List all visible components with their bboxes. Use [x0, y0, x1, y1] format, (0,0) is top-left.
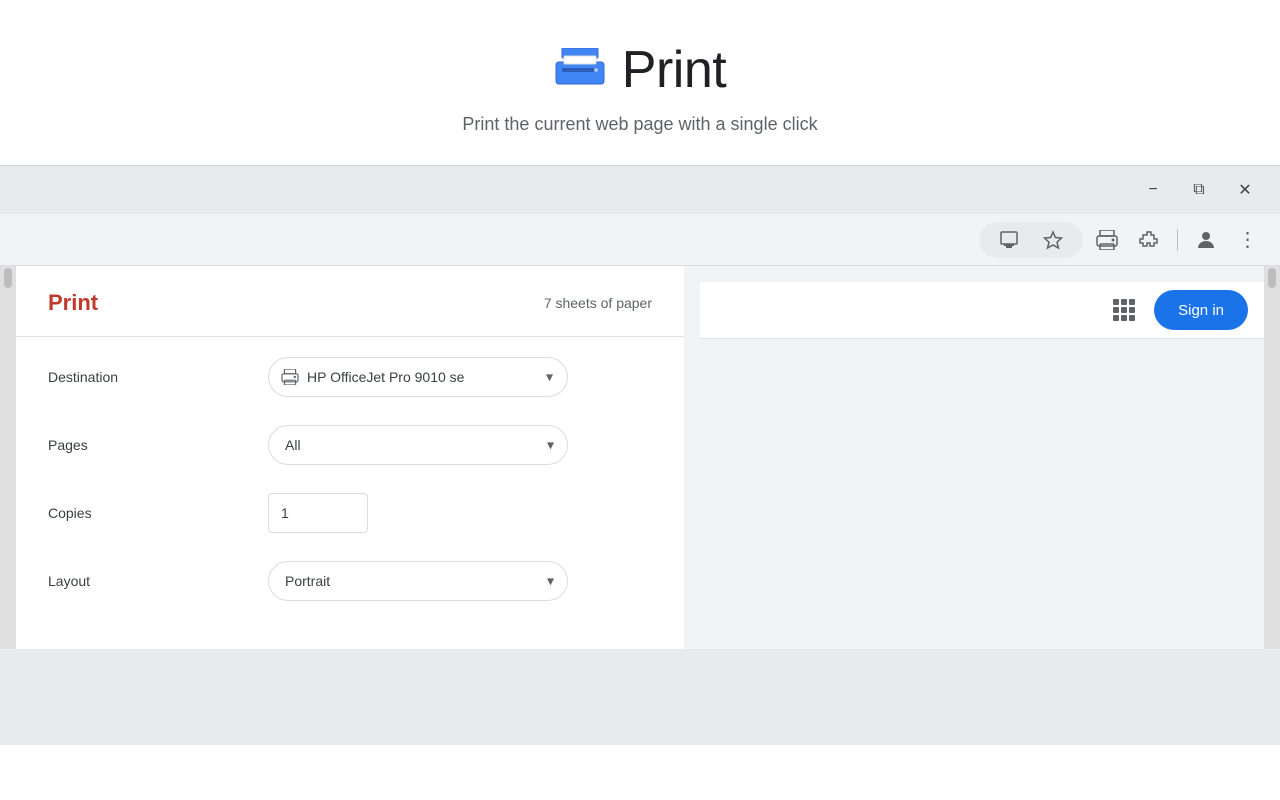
right-top-bar: Sign in	[700, 282, 1264, 339]
print-title-row: Print	[554, 40, 726, 100]
destination-select[interactable]: HP OfficeJet Pro 9010 se ▾	[268, 357, 568, 397]
layout-row: Layout Portrait Landscape ▾	[48, 561, 652, 601]
apps-grid-button[interactable]	[1106, 292, 1142, 328]
copies-row: Copies	[48, 493, 652, 533]
extensions-toolbar-button[interactable]	[1131, 222, 1167, 258]
print-form: Destination HP OfficeJet Pro 9010 se ▾	[16, 337, 684, 649]
page-subtitle: Print the current web page with a single…	[462, 114, 817, 135]
toolbar-divider	[1177, 229, 1178, 251]
right-scrollbar[interactable]	[1264, 266, 1280, 649]
print-toolbar-button[interactable]	[1089, 222, 1125, 258]
right-panel: Sign in	[684, 266, 1280, 649]
destination-label: Destination	[48, 369, 268, 385]
toolbar-row: ⋮	[0, 214, 1280, 266]
pages-row: Pages All Custom ▾	[48, 425, 652, 465]
top-section: Print Print the current web page with a …	[0, 0, 1280, 165]
print-icon	[554, 48, 606, 92]
toolbar-address-group	[979, 222, 1083, 258]
layout-label: Layout	[48, 573, 268, 589]
pages-select-wrapper: All Custom ▾	[268, 425, 568, 465]
star-toolbar-button[interactable]	[1035, 222, 1071, 258]
profile-button[interactable]	[1188, 222, 1224, 258]
profile-icon	[1194, 228, 1218, 252]
pages-select[interactable]: All Custom	[268, 425, 568, 465]
destination-printer-icon	[281, 369, 299, 385]
print-toolbar-icon	[1096, 230, 1118, 250]
sign-in-button[interactable]: Sign in	[1154, 290, 1248, 330]
destination-row: Destination HP OfficeJet Pro 9010 se ▾	[48, 357, 652, 397]
browser-chrome: − ⧉ ✕	[0, 165, 1280, 745]
sheets-info: 7 sheets of paper	[544, 295, 652, 311]
copies-label: Copies	[48, 505, 268, 521]
destination-control: HP OfficeJet Pro 9010 se ▾	[268, 357, 652, 397]
window-controls-bar: − ⧉ ✕	[0, 166, 1280, 214]
apps-grid-icon	[1113, 299, 1135, 321]
destination-value: HP OfficeJet Pro 9010 se	[307, 369, 531, 385]
extensions-icon	[1139, 230, 1159, 250]
copies-control	[268, 493, 652, 533]
right-scroll-thumb	[1268, 268, 1276, 288]
copies-input[interactable]	[268, 493, 368, 533]
layout-control: Portrait Landscape ▾	[268, 561, 652, 601]
screenshot-toolbar-button[interactable]	[991, 222, 1027, 258]
page-title: Print	[622, 40, 726, 100]
print-dialog: Print 7 sheets of paper Destination	[16, 266, 684, 649]
minimize-button[interactable]: −	[1130, 174, 1176, 206]
left-scroll-thumb	[4, 268, 12, 288]
screenshot-icon	[999, 230, 1019, 250]
layout-select-wrapper: Portrait Landscape ▾	[268, 561, 568, 601]
star-icon	[1043, 230, 1063, 250]
close-button[interactable]: ✕	[1222, 174, 1268, 206]
more-button[interactable]: ⋮	[1230, 222, 1266, 258]
pages-control: All Custom ▾	[268, 425, 652, 465]
below-toolbar: Print 7 sheets of paper Destination	[0, 266, 1280, 649]
layout-select[interactable]: Portrait Landscape	[268, 561, 568, 601]
print-dialog-header: Print 7 sheets of paper	[16, 266, 684, 337]
pages-label: Pages	[48, 437, 268, 453]
left-scrollbar[interactable]	[0, 266, 16, 649]
destination-chevron-icon: ▾	[546, 369, 553, 386]
print-dialog-title: Print	[48, 290, 98, 316]
restore-button[interactable]: ⧉	[1176, 174, 1222, 206]
